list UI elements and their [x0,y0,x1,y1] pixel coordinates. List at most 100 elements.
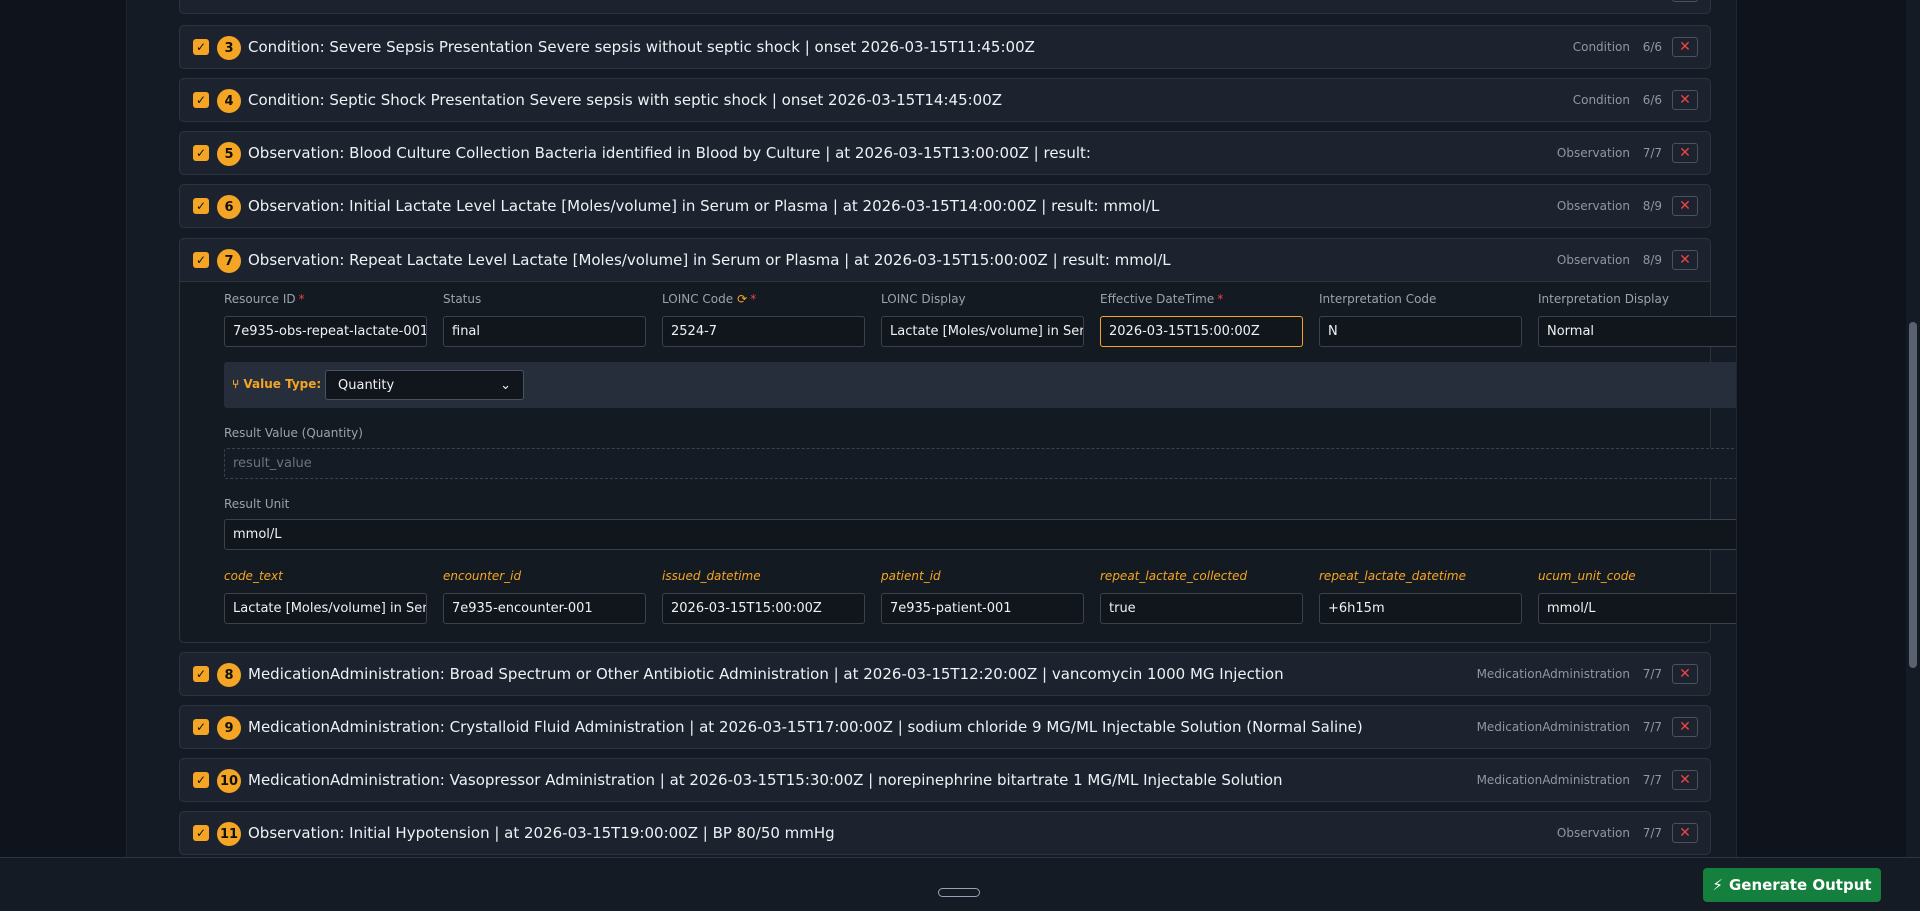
field-label: repeat_lactate_collected [1100,569,1248,583]
row-field-count: 8/9 [1642,253,1662,267]
custom-field-patient-id: patient_id 7e935-patient-001 [881,569,1084,624]
remove-row-button[interactable]: ✕ [1672,770,1698,790]
row-title: Condition: Septic Shock Presentation Sev… [248,91,1003,109]
field-interpretation-display: Interpretation Display Normal [1538,292,1736,347]
row-field-count: 7/7 [1642,826,1662,840]
remove-row-button[interactable]: ✕ [1672,664,1698,684]
row-number-badge: 3 [217,36,241,60]
remove-row-button[interactable]: ✕ [1672,37,1698,57]
sync-icon[interactable]: ⟳ [737,292,747,306]
row-field-count: 7/7 [1642,720,1662,734]
issued-datetime-input[interactable]: 2026-03-15T15:00:00Z [662,593,865,624]
field-label: LOINC Code [662,292,734,306]
row-field-count: 8/9 [1642,199,1662,213]
row-title: Observation: Initial Hypotension | at 20… [248,824,835,842]
generate-output-button[interactable]: ⚡ Generate Output [1703,868,1881,902]
field-loinc-code: LOINC Code ⟳ * 2524-7 [662,292,865,347]
resource-row-6[interactable]: ✓ 6 Observation: Initial Lactate Level L… [179,184,1711,228]
field-label: ucum_unit_code [1538,569,1636,583]
value-type-select[interactable]: Quantity ⌄ [325,370,524,400]
value-type-selected: Quantity [338,377,395,393]
patient-id-input[interactable]: 7e935-patient-001 [881,593,1084,624]
encounter-id-input[interactable]: 7e935-encounter-001 [443,593,646,624]
row-resource-type: MedicationAdministration [1476,773,1630,787]
remove-row-button[interactable]: ✕ [1672,250,1698,270]
scrollbar-thumb[interactable] [1909,322,1917,668]
row-checkbox[interactable]: ✓ [193,772,209,788]
branch-icon: ⑂ [232,377,240,391]
resource-row-11[interactable]: ✓ 11 Observation: Initial Hypotension | … [179,811,1711,855]
remove-row-button[interactable]: ✕ [1672,0,1698,2]
lightning-icon: ⚡ [1712,876,1723,894]
resource-row-10[interactable]: ✓ 10 MedicationAdministration: Vasopress… [179,758,1711,802]
custom-field-issued-datetime: issued_datetime 2026-03-15T15:00:00Z [662,569,865,624]
row-resource-type: Observation [1556,146,1630,160]
row-checkbox[interactable]: ✓ [193,39,209,55]
resource-row-5[interactable]: ✓ 5 Observation: Blood Culture Collectio… [179,131,1711,175]
row-number-badge: 8 [217,663,241,687]
remove-row-button[interactable]: ✕ [1672,196,1698,216]
resource-row-9[interactable]: ✓ 9 MedicationAdministration: Crystalloi… [179,705,1711,749]
row-field-count: 6/6 [1642,40,1662,54]
interpretation-display-input[interactable]: Normal [1538,316,1736,347]
row-resource-type: Condition [1572,40,1630,54]
row-checkbox[interactable]: ✓ [193,719,209,735]
interpretation-code-input[interactable]: N [1319,316,1522,347]
row-number-badge: 11 [217,822,241,846]
row-field-count: 7/7 [1642,667,1662,681]
field-label: Status [443,292,482,306]
resource-row-clipped[interactable]: ✓ ✕ [179,0,1711,14]
row-checkbox[interactable]: ✓ [193,252,209,268]
row-number-badge: 6 [217,195,241,219]
value-type-label: Value Type: [243,377,322,391]
resource-row-4[interactable]: ✓ 4 Condition: Septic Shock Presentation… [179,78,1711,122]
field-label: LOINC Display [881,292,966,306]
field-label: Interpretation Code [1319,292,1437,306]
loinc-code-input[interactable]: 2524-7 [662,316,865,347]
row-resource-type: MedicationAdministration [1476,667,1630,681]
result-value-input[interactable]: result_value [224,448,1736,479]
status-input[interactable]: final [443,316,646,347]
row-checkbox[interactable]: ✓ [193,145,209,161]
remove-row-button[interactable]: ✕ [1672,90,1698,110]
resource-row-3[interactable]: ✓ 3 Condition: Severe Sepsis Presentatio… [179,25,1711,69]
row-checkbox[interactable]: ✓ [193,92,209,108]
remove-row-button[interactable]: ✕ [1672,717,1698,737]
code-text-input[interactable]: Lactate [Moles/volume] in Seru [224,593,427,624]
result-unit-input[interactable]: mmol/L [224,519,1736,550]
main-panel: ✓ ✕ ✓ 3 Condition: Severe Sepsis Present… [127,0,1736,857]
row-number-badge: 4 [217,89,241,113]
remove-row-button[interactable]: ✕ [1672,143,1698,163]
repeat-lactate-datetime-input[interactable]: +6h15m [1319,593,1522,624]
resource-id-input[interactable]: 7e935-obs-repeat-lactate-001 [224,316,427,347]
app-page: ✓ ✕ ✓ 3 Condition: Severe Sepsis Present… [0,0,1920,911]
field-label: encounter_id [443,569,522,583]
drawer-handle[interactable] [938,888,980,897]
loinc-display-input[interactable]: Lactate [Moles/volume] in Seru [881,316,1084,347]
custom-field-code-text: code_text Lactate [Moles/volume] in Seru [224,569,427,624]
custom-field-repeat-lactate-datetime: repeat_lactate_datetime +6h15m [1319,569,1522,624]
repeat-lactate-collected-input[interactable]: true [1100,593,1303,624]
remove-row-button[interactable]: ✕ [1672,823,1698,843]
ucum-unit-code-input[interactable]: mmol/L [1538,593,1736,624]
row-checkbox[interactable]: ✓ [193,825,209,841]
field-effective-datetime: Effective DateTime * 2026-03-15T15:00:00Z [1100,292,1303,347]
resource-row-7[interactable]: ✓ 7 Observation: Repeat Lactate Level La… [179,238,1711,282]
field-label: code_text [224,569,283,583]
row-resource-type: MedicationAdministration [1476,720,1630,734]
custom-field-encounter-id: encounter_id 7e935-encounter-001 [443,569,646,624]
row-title: MedicationAdministration: Vasopressor Ad… [248,771,1283,789]
row-resource-type: Observation [1556,199,1630,213]
page-scrollbar[interactable] [1906,0,1920,857]
row-field-count: 6/6 [1642,93,1662,107]
row-title: Observation: Blood Culture Collection Ba… [248,144,1091,162]
resource-row-8[interactable]: ✓ 8 MedicationAdministration: Broad Spec… [179,652,1711,696]
field-label: patient_id [881,569,941,583]
row-checkbox[interactable]: ✓ [193,666,209,682]
row-checkbox[interactable]: ✓ [193,198,209,214]
row-title: Observation: Repeat Lactate Level Lactat… [248,251,1171,269]
field-loinc-display: LOINC Display Lactate [Moles/volume] in … [881,292,1084,347]
resource-detail-editor: Resource ID * 7e935-obs-repeat-lactate-00… [179,282,1736,643]
custom-field-ucum-unit-code: ucum_unit_code mmol/L [1538,569,1736,624]
effective-datetime-input[interactable]: 2026-03-15T15:00:00Z [1100,316,1303,347]
